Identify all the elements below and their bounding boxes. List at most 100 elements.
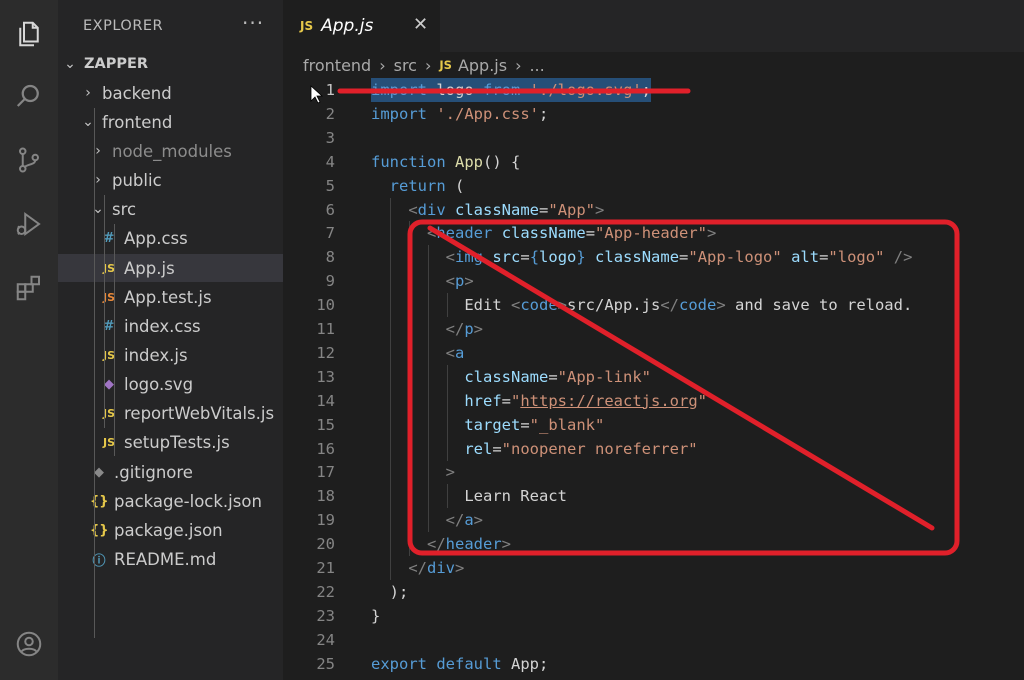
indent-guide <box>114 224 115 456</box>
code-line[interactable]: 23} <box>283 604 1024 628</box>
tree-item-label: App.js <box>124 258 175 278</box>
code-line[interactable]: 18 Learn React <box>283 484 1024 509</box>
code-line[interactable]: 3 <box>283 126 1024 150</box>
code-line[interactable]: 14 href="https://reactjs.org" <box>283 388 1024 413</box>
explorer-icon[interactable] <box>9 14 49 54</box>
code-line[interactable]: 8 <img src={logo} className="App-logo" a… <box>283 245 1024 270</box>
indent-guide <box>409 436 410 461</box>
tree-item-package-lock-json[interactable]: {} package-lock.json <box>58 487 283 515</box>
indent-guide <box>390 293 391 318</box>
code-line[interactable]: 9 <p> <box>283 269 1024 294</box>
line-number: 18 <box>316 487 335 506</box>
breadcrumb-frontend[interactable]: frontend <box>303 56 371 75</box>
tree-item-readme-md[interactable]: ⓘ README.md <box>58 545 283 573</box>
indent-guide <box>390 460 391 485</box>
tree-item-app-test-js[interactable]: JS App.test.js <box>58 283 283 311</box>
indent-guide <box>390 508 391 533</box>
indent-guide <box>409 317 410 341</box>
close-icon[interactable]: ✕ <box>413 14 428 35</box>
run-debug-icon[interactable] <box>9 204 49 244</box>
tree-item-app-css[interactable]: # App.css <box>58 224 283 252</box>
code-text: <div className="App"> <box>408 200 605 219</box>
code-text: </p> <box>445 320 484 338</box>
code-line[interactable]: 4 function App() { <box>283 150 1024 174</box>
code-editor[interactable]: 1 import logo from './logo.svg'; 2 import '… <box>283 78 1024 680</box>
tree-item-app-js[interactable]: JS App.js <box>58 254 283 282</box>
tree-item-reportwebvitals-js[interactable]: JS reportWebVitals.js <box>58 399 283 427</box>
code-line[interactable]: 12 <a <box>283 340 1024 365</box>
indent-guide <box>428 484 429 509</box>
line-number: 1 <box>325 81 335 99</box>
code-text: return ( <box>389 176 465 195</box>
indent-guide <box>409 508 410 533</box>
code-line[interactable]: 15 target="_blank" <box>283 412 1024 437</box>
code-line[interactable]: 1 import logo from './logo.svg'; <box>283 78 1024 102</box>
tree-item-frontend[interactable]: ⌄ frontend <box>58 108 283 136</box>
code-line[interactable]: 7 <header className="App-header"> <box>283 221 1024 246</box>
breadcrumb-src[interactable]: src <box>394 56 417 75</box>
line-number: 6 <box>325 200 335 219</box>
tree-item-setuptests-js[interactable]: JS setupTests.js <box>58 428 283 456</box>
tree-item-gitignore[interactable]: ◆ .gitignore <box>58 458 283 486</box>
line-number: 25 <box>316 654 335 673</box>
tree-item-backend[interactable]: › backend <box>58 79 283 107</box>
code-line[interactable]: 22 ); <box>283 580 1024 604</box>
code-line[interactable]: 16 rel="noopener noreferrer" <box>283 436 1024 461</box>
code-text: import logo from './logo.svg'; <box>371 78 651 102</box>
tree-item-label: index.css <box>124 316 201 336</box>
indent-guide <box>390 412 391 437</box>
code-line[interactable]: 24 <box>283 628 1024 652</box>
line-number: 24 <box>316 630 335 649</box>
indent-guide <box>390 436 391 461</box>
tree-item-package-json[interactable]: {} package.json <box>58 516 283 544</box>
indent-guide <box>94 108 95 638</box>
extensions-icon[interactable] <box>9 268 49 308</box>
line-number: 7 <box>325 224 335 243</box>
tree-item-label: ZAPPER <box>84 56 149 72</box>
code-line[interactable]: 19 </a> <box>283 508 1024 533</box>
line-number: 23 <box>316 606 335 625</box>
js-file-icon: JS <box>300 19 314 33</box>
chevron-right-icon: › <box>515 55 522 75</box>
code-line[interactable]: 6 <div className="App"> <box>283 197 1024 222</box>
tab-app-js[interactable]: JS App.js ✕ <box>283 0 440 52</box>
code-line[interactable]: 10 Edit <code>src/App.js</code> and save… <box>283 293 1024 318</box>
chevron-right-icon: › <box>95 172 101 188</box>
tree-item-logo-svg[interactable]: ◆ logo.svg <box>58 370 283 398</box>
breadcrumb-file[interactable]: App.js <box>458 56 507 75</box>
indent-guide <box>390 197 391 222</box>
tree-item-index-js[interactable]: JS index.js <box>58 341 283 369</box>
account-icon[interactable] <box>9 624 49 664</box>
tree-item-index-css[interactable]: # index.css <box>58 312 283 340</box>
code-text: import './App.css'; <box>371 104 549 123</box>
tab-bar: JS App.js ✕ <box>283 0 1024 52</box>
code-line[interactable]: 20 </header> <box>283 532 1024 557</box>
js-file-icon: JS <box>102 348 115 362</box>
tree-item-src[interactable]: ⌄ src <box>58 195 283 223</box>
more-actions-icon[interactable]: ··· <box>242 11 264 35</box>
code-line[interactable]: 17 > <box>283 460 1024 485</box>
line-number: 19 <box>316 511 335 530</box>
tree-item-public[interactable]: › public <box>58 166 283 194</box>
source-control-icon[interactable] <box>9 140 49 180</box>
search-icon[interactable] <box>9 76 49 116</box>
git-file-icon: ◆ <box>94 464 104 480</box>
indent-guide <box>390 245 391 270</box>
code-line[interactable]: 5 return ( <box>283 174 1024 198</box>
code-line[interactable]: 13 className="App-link" <box>283 364 1024 389</box>
tree-item-node-modules[interactable]: › node_modules <box>58 137 283 165</box>
indent-guide <box>409 364 410 389</box>
chevron-down-icon: ⌄ <box>64 56 76 72</box>
code-line[interactable]: 21 </div> <box>283 556 1024 580</box>
code-line[interactable]: 11 </p> <box>283 317 1024 341</box>
code-text: Learn React <box>371 487 567 506</box>
indent-guide <box>390 221 391 246</box>
code-line[interactable]: 2 import './App.css'; <box>283 102 1024 126</box>
line-number: 12 <box>316 343 335 362</box>
code-line[interactable]: 25 export default App; <box>283 652 1024 676</box>
breadcrumb-more[interactable]: ... <box>529 56 544 75</box>
indent-guide <box>428 412 429 437</box>
tree-item-zapper[interactable]: ⌄ ZAPPER <box>58 50 283 78</box>
chevron-right-icon: › <box>95 143 101 159</box>
tree-item-label: setupTests.js <box>124 432 230 452</box>
